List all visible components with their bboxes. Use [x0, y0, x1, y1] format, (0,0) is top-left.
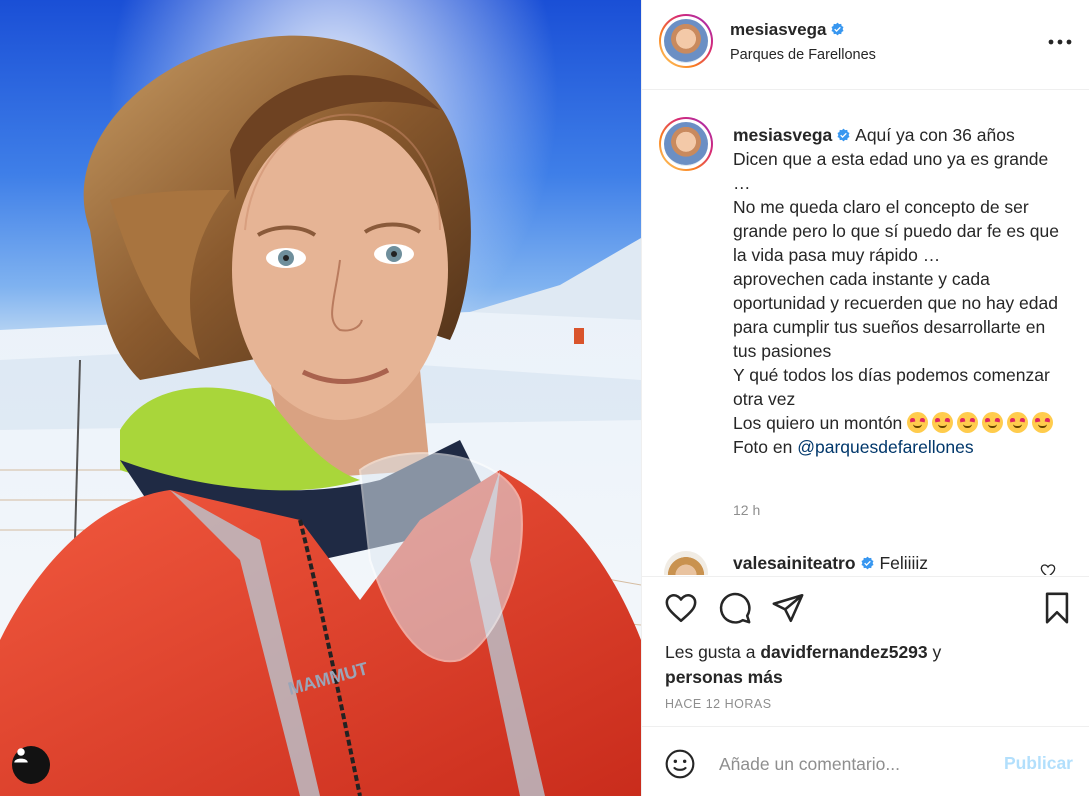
commenter-username[interactable]: valesainiteatro	[733, 553, 856, 573]
caption-emojis	[907, 412, 1057, 433]
smile-emoji-icon[interactable]	[664, 748, 696, 780]
commenter-avatar[interactable]	[664, 551, 708, 575]
caption-username[interactable]: mesiasvega	[733, 125, 832, 145]
comment-input[interactable]	[719, 747, 989, 781]
smiling-face-with-hearts-icon	[932, 412, 954, 433]
author-avatar[interactable]	[659, 14, 713, 68]
add-comment-bar: Publicar	[642, 726, 1089, 796]
comment-item: valesainiteatro Feliiiiz	[642, 551, 1089, 575]
caption-time[interactable]: 12 h	[733, 502, 760, 518]
photo-location-link[interactable]: @parquesdefarellones	[797, 437, 973, 457]
verified-badge-icon	[837, 128, 850, 142]
more-options-button[interactable]	[1048, 30, 1072, 54]
smiling-face-with-hearts-icon	[957, 412, 979, 433]
author-username[interactable]: mesiasvega	[730, 20, 845, 40]
other-likes-link[interactable]: personas más	[665, 667, 783, 687]
publish-button[interactable]: Publicar	[1004, 753, 1073, 774]
smiling-face-with-hearts-icon	[982, 412, 1004, 433]
caption-body: Aquí ya con 36 años Dicen que a esta eda…	[733, 125, 1059, 433]
caption-avatar[interactable]	[659, 117, 713, 171]
user-tag-button[interactable]	[12, 746, 50, 784]
caption-text: mesiasvega Aquí ya con 36 años Dicen que…	[733, 123, 1068, 459]
post-photo[interactable]: MAMMUT	[0, 0, 641, 796]
photo-prefix: Foto en	[733, 437, 793, 457]
verified-badge-icon	[861, 556, 874, 570]
verified-badge-icon	[831, 22, 844, 36]
comment-like-heart-icon[interactable]	[1040, 563, 1056, 575]
comment-body: Feliiiiz	[879, 553, 929, 573]
bookmark-icon[interactable]	[1040, 591, 1074, 625]
smiling-face-with-hearts-icon	[1032, 412, 1054, 433]
selfie-image: MAMMUT	[0, 0, 641, 796]
smiling-face-with-hearts-icon	[1007, 412, 1029, 433]
comment-icon[interactable]	[718, 591, 752, 625]
heart-icon[interactable]	[664, 591, 698, 625]
share-icon[interactable]	[771, 591, 805, 625]
post-location[interactable]: Parques de Farellones	[730, 47, 876, 63]
smiling-face-with-hearts-icon	[907, 412, 929, 433]
likes-summary: Les gusta a davidfernandez5293 y personas…	[665, 642, 942, 687]
comments-section[interactable]: mesiasvega Aquí ya con 36 años Dicen que…	[642, 91, 1089, 575]
post-header: mesiasvega Parques de Farellones	[642, 0, 1089, 90]
post-actions: Les gusta a davidfernandez5293 y personas…	[642, 576, 1089, 726]
post-timestamp[interactable]: HACE 12 HORAS	[665, 697, 772, 711]
liked-by-user[interactable]: davidfernandez5293	[760, 642, 927, 662]
more-options-icon	[1048, 39, 1072, 45]
post-side-panel: mesiasvega Parques de Farellones mesiasv…	[641, 0, 1089, 796]
comment-text: valesainiteatro Feliiiiz	[733, 553, 928, 574]
user-tag-icon	[14, 748, 28, 763]
